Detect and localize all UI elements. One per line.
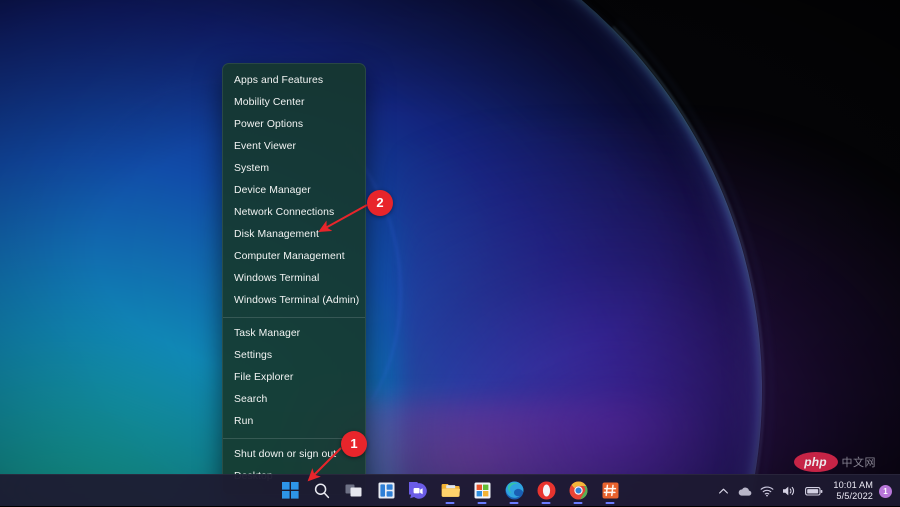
chat-video-icon	[409, 482, 427, 500]
menu-item-computer-management[interactable]: Computer Management	[223, 246, 365, 268]
microsoft-store-icon	[474, 482, 491, 499]
task-view-icon	[345, 483, 363, 499]
taskbar-active-indicator	[510, 502, 519, 504]
menu-item-device-manager[interactable]: Device Manager	[223, 180, 365, 202]
edge-button[interactable]	[499, 477, 529, 505]
callout-badge-1: 1	[341, 431, 367, 457]
menu-item-network-connections[interactable]: Network Connections	[223, 202, 365, 224]
win-x-power-user-menu[interactable]: Apps and Features Mobility Center Power …	[222, 63, 366, 495]
wallpaper-vignette	[0, 0, 900, 506]
wifi-icon	[760, 485, 774, 497]
start-button[interactable]	[275, 477, 305, 505]
battery-icon	[805, 486, 823, 497]
taskbar-active-indicator	[446, 502, 455, 504]
network-button[interactable]	[756, 478, 778, 504]
system-tray: 10:01 AM 5/5/2022 1	[714, 475, 894, 507]
menu-item-mobility-center[interactable]: Mobility Center	[223, 92, 365, 114]
menu-item-file-explorer[interactable]: File Explorer	[223, 367, 365, 389]
menu-item-disk-management[interactable]: Disk Management	[223, 224, 365, 246]
menu-item-system[interactable]: System	[223, 158, 365, 180]
menu-item-settings[interactable]: Settings	[223, 345, 365, 367]
menu-item-power-options[interactable]: Power Options	[223, 114, 365, 136]
google-chrome-icon	[569, 481, 588, 500]
callout-badge-2: 2	[367, 190, 393, 216]
menu-item-apps-and-features[interactable]: Apps and Features	[223, 70, 365, 92]
battery-button[interactable]	[801, 478, 827, 504]
microsoft-edge-icon	[505, 481, 524, 500]
folder-icon	[441, 482, 460, 499]
menu-item-event-viewer[interactable]: Event Viewer	[223, 136, 365, 158]
hash-app-button[interactable]	[595, 477, 625, 505]
php-logo: php	[794, 452, 838, 472]
taskbar-active-indicator	[478, 502, 487, 504]
menu-group-tools: Task Manager Settings File Explorer Sear…	[223, 323, 365, 433]
taskbar-active-indicator	[606, 502, 615, 504]
clock-button[interactable]: 10:01 AM 5/5/2022	[827, 480, 879, 502]
menu-item-task-manager[interactable]: Task Manager	[223, 323, 365, 345]
menu-item-search[interactable]: Search	[223, 389, 365, 411]
chevron-up-icon	[718, 486, 729, 497]
hash-app-icon	[602, 482, 619, 499]
menu-item-windows-terminal-admin[interactable]: Windows Terminal (Admin)	[223, 290, 365, 312]
site-watermark: php 中文网	[794, 452, 877, 472]
chat-button[interactable]	[403, 477, 433, 505]
microsoft-store-button[interactable]	[467, 477, 497, 505]
file-explorer-button[interactable]	[435, 477, 465, 505]
cloud-icon	[737, 486, 752, 497]
speaker-icon	[782, 485, 797, 497]
search-icon	[313, 482, 331, 500]
taskbar[interactable]: 10:01 AM 5/5/2022 1	[0, 474, 900, 506]
search-button[interactable]	[307, 477, 337, 505]
widgets-icon	[378, 482, 395, 499]
volume-button[interactable]	[778, 478, 801, 504]
clock-time: 10:01 AM	[833, 480, 873, 491]
menu-group-system: Apps and Features Mobility Center Power …	[223, 70, 365, 312]
opera-button[interactable]	[531, 477, 561, 505]
notification-badge[interactable]: 1	[879, 485, 892, 498]
clock-date: 5/5/2022	[833, 491, 873, 502]
site-name-text: 中文网	[842, 454, 877, 470]
chrome-button[interactable]	[563, 477, 593, 505]
task-view-button[interactable]	[339, 477, 369, 505]
menu-item-windows-terminal[interactable]: Windows Terminal	[223, 268, 365, 290]
desktop[interactable]	[0, 0, 900, 506]
show-hidden-icons-button[interactable]	[714, 478, 733, 504]
opera-icon	[537, 481, 556, 500]
windows-logo-icon	[282, 482, 299, 499]
menu-separator-1	[223, 317, 365, 318]
taskbar-active-indicator	[574, 502, 583, 504]
menu-item-run[interactable]: Run	[223, 411, 365, 433]
onedrive-button[interactable]	[733, 478, 756, 504]
widgets-button[interactable]	[371, 477, 401, 505]
taskbar-active-indicator	[542, 502, 551, 504]
